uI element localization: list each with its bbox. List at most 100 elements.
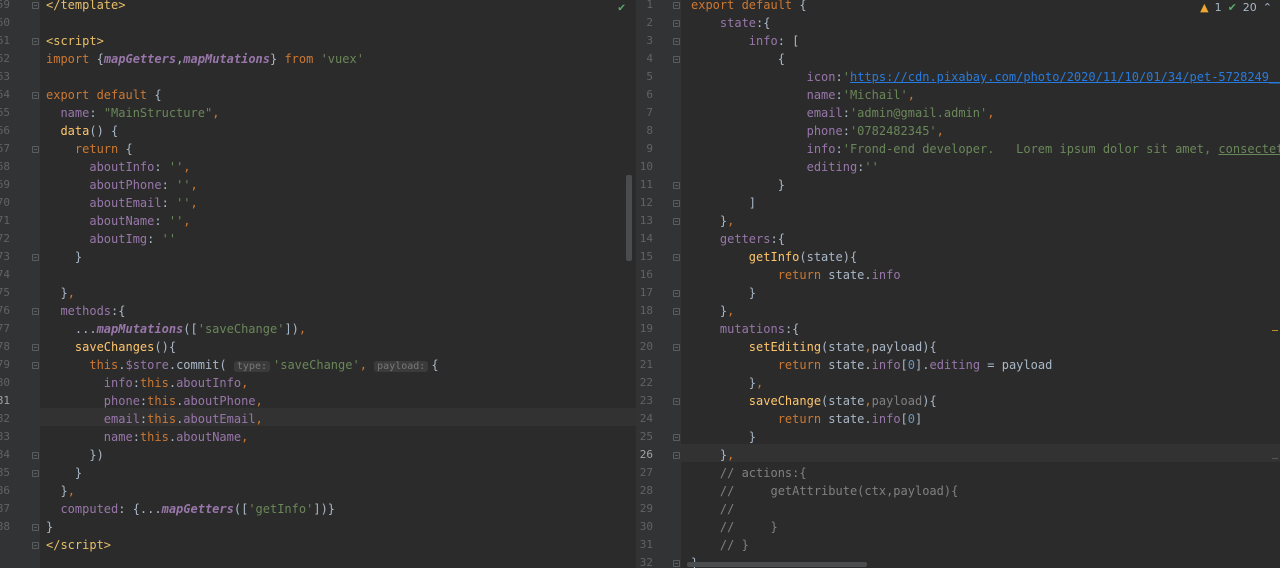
fold-toggle-icon[interactable] <box>32 146 39 153</box>
fold-toggle-icon[interactable] <box>32 2 39 9</box>
line-number[interactable]: 10 <box>639 158 653 176</box>
line-number[interactable]: 16 <box>639 266 653 284</box>
line-number[interactable]: 85 <box>0 464 10 482</box>
fold-toggle-icon[interactable] <box>32 524 39 531</box>
line-number[interactable]: 83 <box>0 428 10 446</box>
horizontal-scrollbar-thumb[interactable] <box>687 562 867 567</box>
fold-toggle-icon[interactable] <box>673 200 680 207</box>
line-number[interactable]: 67 <box>0 140 10 158</box>
line-number[interactable]: 84 <box>0 446 10 464</box>
chevron-up-icon[interactable]: ⌃ <box>1263 1 1272 14</box>
line-number[interactable]: 29 <box>639 500 653 518</box>
line-number[interactable]: 2 <box>639 14 653 32</box>
inspection-widget[interactable]: ▲ 1 ✔ 20 ⌃ <box>1200 0 1272 14</box>
fold-toggle-icon[interactable] <box>673 308 680 315</box>
line-number[interactable]: 20 <box>639 338 653 356</box>
fold-toggle-icon[interactable] <box>673 20 680 27</box>
line-number[interactable]: 7 <box>639 104 653 122</box>
line-number[interactable]: 4 <box>639 50 653 68</box>
line-number[interactable]: 13 <box>639 212 653 230</box>
fold-toggle-icon[interactable] <box>673 182 680 189</box>
line-number[interactable]: 74 <box>0 266 10 284</box>
line-number[interactable]: 3 <box>639 32 653 50</box>
line-number[interactable]: 79 <box>0 356 10 374</box>
fold-toggle-icon[interactable] <box>673 56 680 63</box>
line-number[interactable]: 8 <box>639 122 653 140</box>
right-editor-pane[interactable]: 1 2 3 4 5 6 7 8 9 10 11 12 13 14 15 16 17 18 19 20 21 22 23 24 2… <box>636 0 1280 568</box>
line-number[interactable]: 80 <box>0 374 10 392</box>
line-number[interactable]: 1 <box>639 0 653 14</box>
line-number[interactable]: 18 <box>639 302 653 320</box>
fold-toggle-icon[interactable] <box>673 452 680 459</box>
line-number[interactable]: 31 <box>639 536 653 554</box>
line-number[interactable]: 76 <box>0 302 10 320</box>
line-number[interactable]: 75 <box>0 284 10 302</box>
line-number[interactable]: 73 <box>0 248 10 266</box>
fold-toggle-icon[interactable] <box>32 470 39 477</box>
fold-toggle-icon[interactable] <box>673 38 680 45</box>
line-number[interactable]: 59 <box>0 0 10 14</box>
line-number[interactable]: 78 <box>0 338 10 356</box>
line-number[interactable]: 12 <box>639 194 653 212</box>
string-literal: 'saveChange' <box>197 322 285 336</box>
line-number[interactable]: 11 <box>639 176 653 194</box>
caret-stripe[interactable] <box>1272 458 1278 459</box>
line-number[interactable]: 81 <box>0 392 10 410</box>
fold-toggle-icon[interactable] <box>673 218 680 225</box>
line-number[interactable]: 64 <box>0 86 10 104</box>
fold-toggle-icon[interactable] <box>673 290 680 297</box>
line-number[interactable]: 15 <box>639 248 653 266</box>
line-number[interactable]: 88 <box>0 518 10 536</box>
fold-toggle-icon[interactable] <box>32 452 39 459</box>
line-number[interactable]: 19 <box>639 320 653 338</box>
line-number[interactable]: 61 <box>0 32 10 50</box>
line-number[interactable]: 14 <box>639 230 653 248</box>
line-number[interactable]: 65 <box>0 104 10 122</box>
warning-stripe[interactable] <box>1272 330 1278 331</box>
fold-toggle-icon[interactable] <box>673 344 680 351</box>
line-number[interactable]: 60 <box>0 14 10 32</box>
line-number[interactable]: 30 <box>639 518 653 536</box>
line-number[interactable]: 86 <box>0 482 10 500</box>
line-number[interactable]: 68 <box>0 158 10 176</box>
fold-toggle-icon[interactable] <box>673 2 680 9</box>
left-editor-pane[interactable]: 59 60 61 62 63 64 65 66 67 68 69 70 71 72 73 74 75 76 77 78… <box>0 0 636 568</box>
line-number[interactable]: 5 <box>639 68 653 86</box>
line-number[interactable]: 26 <box>639 446 653 464</box>
vertical-scrollbar-thumb[interactable] <box>626 175 632 261</box>
line-number[interactable]: 24 <box>639 410 653 428</box>
fold-toggle-icon[interactable] <box>32 38 39 45</box>
line-number[interactable]: 6 <box>639 86 653 104</box>
line-number[interactable]: 71 <box>0 212 10 230</box>
line-number[interactable]: 32 <box>639 554 653 568</box>
fold-toggle-icon[interactable] <box>673 254 680 261</box>
line-number[interactable]: 17 <box>639 284 653 302</box>
fold-toggle-icon[interactable] <box>32 92 39 99</box>
line-number[interactable]: 87 <box>0 500 10 518</box>
url-link[interactable]: https://cdn.pixabay.com/photo/2020/11/10… <box>850 70 1280 84</box>
line-number[interactable]: 28 <box>639 482 653 500</box>
fold-toggle-icon[interactable] <box>32 308 39 315</box>
fold-toggle-icon[interactable] <box>32 344 39 351</box>
fold-toggle-icon[interactable] <box>32 254 39 261</box>
fold-toggle-icon[interactable] <box>673 434 680 441</box>
line-number[interactable]: 62 <box>0 50 10 68</box>
line-number[interactable]: 66 <box>0 122 10 140</box>
line-number[interactable]: 63 <box>0 68 10 86</box>
line-number[interactable]: 72 <box>0 230 10 248</box>
line-number[interactable]: 70 <box>0 194 10 212</box>
line-number[interactable]: 77 <box>0 320 10 338</box>
fold-toggle-icon[interactable] <box>673 398 680 405</box>
line-number[interactable]: 23 <box>639 392 653 410</box>
line-number[interactable]: 9 <box>639 140 653 158</box>
fold-toggle-icon[interactable] <box>673 560 680 567</box>
fold-toggle-icon[interactable] <box>32 542 39 549</box>
fold-toggle-icon[interactable] <box>32 362 39 369</box>
line-number[interactable]: 69 <box>0 176 10 194</box>
line-number[interactable]: 27 <box>639 464 653 482</box>
line-number[interactable]: 21 <box>639 356 653 374</box>
line-number[interactable]: 25 <box>639 428 653 446</box>
code-line: // <box>691 502 735 516</box>
line-number[interactable]: 82 <box>0 410 10 428</box>
line-number[interactable]: 22 <box>639 374 653 392</box>
